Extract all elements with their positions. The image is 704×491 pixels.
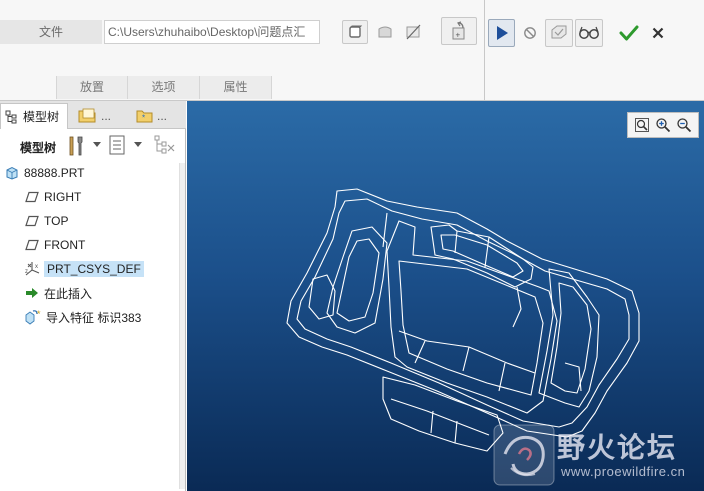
tab-model-tree-label: 模型树 [23, 110, 60, 124]
settings-tools-icon[interactable] [67, 135, 87, 157]
tab-favorites-label: ... [157, 109, 168, 123]
import-feature-icon: * [24, 309, 44, 325]
tree-item-part[interactable]: 88888.PRT [4, 163, 85, 183]
svg-text:*: * [37, 309, 41, 319]
surface-button[interactable] [374, 20, 396, 44]
filter-tree-icon[interactable] [154, 135, 176, 155]
checkmark-icon [619, 24, 639, 42]
tree-item-label: RIGHT [44, 190, 82, 204]
datum-plane-icon [24, 237, 40, 253]
play-icon [495, 25, 509, 41]
show-list-icon[interactable] [108, 135, 126, 155]
datum-plane-icon [24, 213, 40, 229]
tree-item-label: PRT_CSYS_DEF [44, 261, 144, 277]
tab-folder-browser-label: ... [101, 109, 112, 123]
ribbon-separator [484, 0, 485, 100]
part-icon [4, 165, 20, 181]
wireframe-lower-tab [382, 376, 504, 452]
tree-item-datum-front[interactable]: FRONT [24, 235, 85, 255]
ribbon-tabs: 放置 选项 属性 [56, 76, 272, 99]
glasses-icon [578, 25, 600, 41]
navigator-panel: 模型树 ... * ... 模型树 88888.PRT RIGHT TOP FR… [0, 101, 186, 491]
file-label: 文件 [0, 20, 102, 44]
wireframe-center-line2 [462, 346, 470, 372]
tree-item-csys[interactable]: xz PRT_CSYS_DEF [24, 259, 144, 279]
verify-model-button[interactable] [545, 19, 573, 47]
wireframe-top-post [430, 224, 534, 288]
insert-arrow-icon [24, 285, 40, 301]
file-path-field[interactable]: C:\Users\zhuhaibo\Desktop\问题点汇 [104, 20, 320, 44]
wireframe-lower-tab-line1 [390, 398, 490, 436]
forum-watermark: 野火论坛 www.proewildfire.cn [493, 424, 701, 486]
wireframe-left-pocket [326, 226, 388, 334]
tab-folder-browser[interactable]: ... [72, 103, 128, 129]
datum-plane-icon [24, 189, 40, 205]
model-tree-toolbar: 模型树 [0, 131, 186, 161]
cancel-button[interactable] [647, 21, 669, 45]
forum-logo-icon [493, 424, 555, 486]
tree-item-label: 在此插入 [44, 286, 93, 301]
tree-item-datum-right[interactable]: RIGHT [24, 187, 81, 207]
forum-title: 野火论坛 [557, 431, 678, 464]
svg-text:z: z [25, 269, 28, 275]
graphics-window[interactable]: 野火论坛 www.proewildfire.cn [187, 101, 704, 491]
tree-item-label: FRONT [44, 238, 86, 252]
wireframe-left-pocket-inner [336, 238, 380, 322]
stop-button[interactable] [520, 21, 540, 45]
wireframe-inner-edge [296, 198, 630, 428]
tree-item-label: 导入特征 标识383 [46, 310, 142, 325]
tab-favorites[interactable]: * ... [130, 103, 184, 129]
surface-icon [377, 24, 393, 40]
solid-button[interactable] [342, 20, 368, 44]
forum-url: www.proewildfire.cn [561, 464, 686, 479]
tree-item-import-feature[interactable]: * 导入特征 标识383 [24, 307, 141, 327]
show-dropdown-caret[interactable] [134, 142, 142, 147]
verify-icon [549, 23, 569, 43]
tree-item-insert-here[interactable]: 在此插入 [24, 283, 92, 303]
tab-model-tree[interactable]: 模型树 [0, 103, 68, 129]
svg-text:*: * [142, 114, 145, 123]
wireframe-right-pocket-inner [550, 282, 592, 394]
wireframe-outer-edge [286, 188, 640, 438]
close-icon [652, 27, 664, 39]
ribbon: 文件 C:\Users\zhuhaibo\Desktop\问题点汇 + 放置 选… [0, 0, 704, 101]
view-toolbar [627, 112, 699, 138]
wireframe-edge-a [512, 286, 522, 328]
navigator-tabs: 模型树 ... * ... [0, 101, 186, 129]
csys-icon: xz [24, 261, 40, 277]
tree-item-label: TOP [44, 214, 69, 228]
tree-item-label: 88888.PRT [24, 166, 85, 180]
svg-text:+: + [456, 31, 461, 40]
favorites-icon: * [136, 108, 154, 124]
refit-icon[interactable] [633, 116, 651, 134]
ok-button[interactable] [617, 20, 641, 46]
tab-placement[interactable]: 放置 [56, 76, 128, 99]
tab-properties[interactable]: 属性 [200, 76, 272, 99]
zoom-out-icon[interactable] [675, 116, 693, 134]
model-tree-title: 模型树 [20, 141, 57, 155]
solid-icon [347, 24, 363, 40]
wireframe-lower-tab-line2 [430, 410, 458, 444]
tree-scrollbar[interactable] [179, 163, 185, 489]
folder-icon [78, 107, 98, 125]
no-entry-icon [523, 26, 537, 40]
tree-item-datum-top[interactable]: TOP [24, 211, 68, 231]
settings-dropdown-caret[interactable] [93, 142, 101, 147]
zoom-in-icon[interactable] [654, 116, 672, 134]
play-button[interactable] [488, 19, 515, 47]
feature-tool-icon: + [448, 20, 470, 42]
tab-options[interactable]: 选项 [128, 76, 200, 99]
remove-material-icon [405, 24, 421, 40]
remove-material-button[interactable] [402, 20, 424, 44]
svg-text:x: x [35, 264, 38, 270]
tree-icon [5, 110, 19, 124]
preview-button[interactable] [575, 19, 603, 47]
feature-tool-button[interactable]: + [441, 17, 477, 45]
